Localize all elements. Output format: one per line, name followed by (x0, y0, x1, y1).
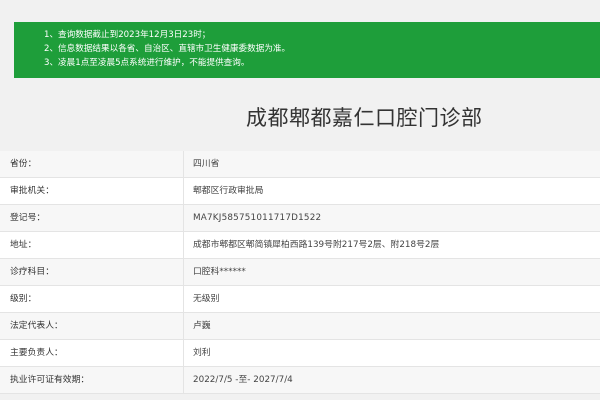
field-value: 四川省 (193, 159, 220, 169)
table-row-level: 级别： 无级别 (0, 286, 600, 313)
column-divider (183, 205, 184, 231)
table-row-legal-representative: 法定代表人： 卢巍 (0, 313, 600, 340)
notice-line-1: 1、查询数据截止到2023年12月3日23时； (44, 30, 211, 40)
field-value: 无级别 (193, 294, 220, 304)
table-row-approval-authority: 审批机关： 郫都区行政审批局 (0, 178, 600, 205)
page: 1、查询数据截止到2023年12月3日23时； 2、信息数据结果以各省、自治区、… (0, 0, 600, 400)
field-value: 口腔科****** (193, 267, 246, 277)
column-divider (183, 259, 184, 285)
page-title: 成都郫都嘉仁口腔门诊部 (246, 106, 483, 130)
column-divider (183, 178, 184, 204)
notice-line-3: 3、凌晨1点至凌晨5点系统进行维护，不能提供查询。 (44, 58, 250, 68)
info-table: 省份： 四川省 审批机关： 郫都区行政审批局 登记号： MA7KJ5857510… (0, 151, 600, 394)
field-value: 2022/7/5 -至- 2027/7/4 (193, 375, 293, 385)
column-divider (183, 313, 184, 339)
table-row-license-validity: 执业许可证有效期： 2022/7/5 -至- 2027/7/4 (0, 367, 600, 394)
column-divider (183, 232, 184, 258)
column-divider (183, 367, 184, 393)
table-row-departments: 诊疗科目： 口腔科****** (0, 259, 600, 286)
column-divider (183, 286, 184, 312)
table-row-province: 省份： 四川省 (0, 151, 600, 178)
field-label: 主要负责人： (10, 348, 63, 358)
field-label: 地址： (10, 240, 37, 250)
table-row-address: 地址： 成都市郫都区郫简镇犀柏西路139号附217号2层、附218号2层 (0, 232, 600, 259)
field-value: 郫都区行政审批局 (193, 186, 264, 196)
field-label: 诊疗科目： (10, 267, 54, 277)
column-divider (183, 151, 184, 177)
field-value: 卢巍 (193, 321, 211, 331)
field-label: 审批机关： (10, 186, 54, 196)
notice-line-2: 2、信息数据结果以各省、自治区、直辖市卫生健康委数据为准。 (44, 44, 291, 54)
field-label: 登记号： (10, 213, 46, 223)
field-label: 法定代表人： (10, 321, 63, 331)
field-value: 成都市郫都区郫简镇犀柏西路139号附217号2层、附218号2层 (193, 240, 440, 250)
field-value: 刘利 (193, 348, 211, 358)
table-row-registration-number: 登记号： MA7KJ585751011717D1522 (0, 205, 600, 232)
field-label: 省份： (10, 159, 37, 169)
field-value: MA7KJ585751011717D1522 (193, 213, 322, 223)
field-label: 执业许可证有效期： (10, 375, 90, 385)
notice-banner: 1、查询数据截止到2023年12月3日23时； 2、信息数据结果以各省、自治区、… (14, 22, 600, 78)
column-divider (183, 340, 184, 366)
title-bar: 成都郫都嘉仁口腔门诊部 (0, 92, 600, 142)
field-label: 级别： (10, 294, 37, 304)
table-row-principal: 主要负责人： 刘利 (0, 340, 600, 367)
